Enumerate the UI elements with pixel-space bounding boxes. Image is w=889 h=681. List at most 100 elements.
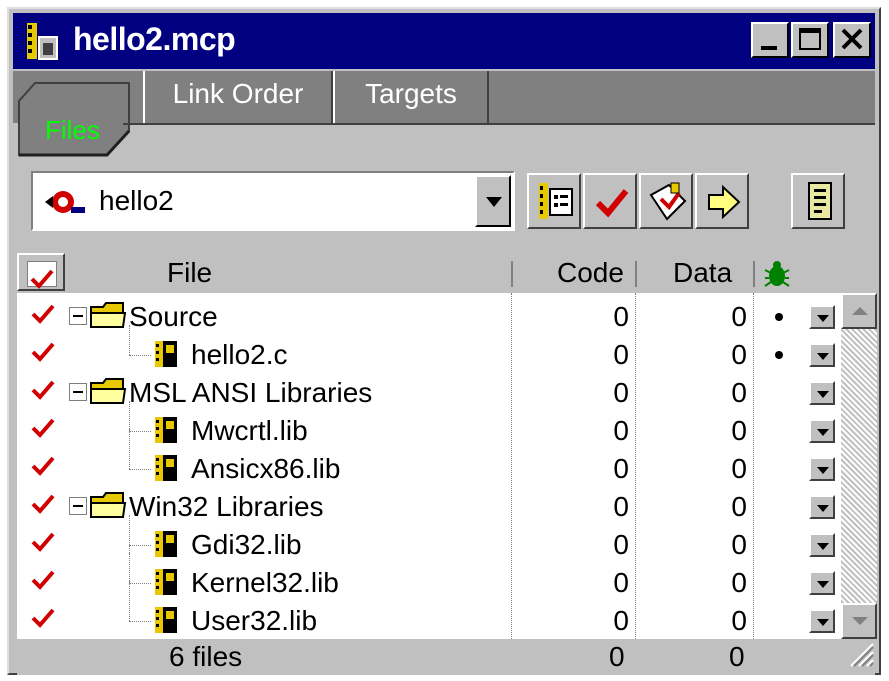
row-menu-button[interactable] (809, 457, 835, 481)
row-data: 0 (731, 377, 747, 408)
tab-link-order[interactable]: Link Order (143, 71, 333, 123)
row-name: Source (129, 301, 218, 332)
target-select[interactable]: hello2 (31, 171, 515, 231)
column-divider[interactable] (753, 261, 755, 287)
scroll-down-button[interactable] (841, 603, 877, 639)
list-item[interactable]: hello2.c 0 0 (17, 325, 841, 376)
window-title: hello2.mcp (73, 21, 236, 57)
title-bar[interactable]: hello2.mcp (13, 13, 875, 69)
run-button[interactable] (695, 173, 749, 229)
close-button[interactable] (833, 22, 871, 58)
column-file-header[interactable]: File (167, 253, 507, 291)
list-item[interactable]: MSL ANSI Libraries 0 0 (17, 373, 841, 411)
file-count: 6 files (169, 641, 243, 672)
row-menu-button[interactable] (809, 533, 835, 557)
file-info-button[interactable] (527, 173, 581, 229)
collapse-icon[interactable] (69, 307, 87, 325)
row-data: 0 (731, 301, 747, 332)
column-code-label: Code (557, 257, 624, 288)
row-code: 0 (613, 415, 629, 446)
row-data: 0 (731, 491, 747, 522)
row-data: 0 (731, 529, 747, 560)
row-data: 0 (731, 453, 747, 484)
file-icon (153, 339, 181, 376)
file-icon (153, 529, 181, 566)
row-name: Gdi32.lib (191, 529, 302, 560)
arrow-up-icon (852, 307, 868, 315)
column-divider[interactable] (511, 261, 513, 287)
row-menu-button[interactable] (809, 343, 835, 367)
list-item[interactable]: Source 0 0 (17, 297, 841, 335)
column-code-header[interactable]: Code (557, 253, 637, 291)
resize-grip-icon[interactable] (845, 638, 875, 675)
file-info-icon (535, 181, 575, 226)
column-header: File Code Data (17, 253, 875, 293)
folder-icon (89, 491, 127, 526)
row-code: 0 (613, 377, 629, 408)
maximize-button[interactable] (791, 22, 829, 58)
close-icon (839, 26, 865, 57)
check-header-icon (27, 261, 57, 289)
make-icon (647, 181, 689, 228)
debug-dot (775, 351, 783, 359)
row-data: 0 (731, 567, 747, 598)
row-menu-button[interactable] (809, 609, 835, 633)
row-code: 0 (613, 605, 629, 636)
check-icon (595, 185, 629, 224)
row-data: 0 (731, 415, 747, 446)
column-divider[interactable] (635, 261, 637, 287)
check-icon[interactable] (31, 529, 55, 561)
row-menu-button[interactable] (809, 571, 835, 595)
column-file-label: File (167, 257, 213, 288)
column-check-header[interactable] (17, 253, 65, 291)
code-total: 0 (609, 641, 625, 672)
row-code: 0 (613, 301, 629, 332)
row-code: 0 (613, 567, 629, 598)
tab-files[interactable]: Files (17, 81, 137, 157)
tab-targets[interactable]: Targets (333, 71, 489, 123)
check-icon[interactable] (31, 491, 55, 523)
check-syntax-button[interactable] (583, 173, 637, 229)
list-item[interactable]: Mwcrtl.lib 0 0 (17, 401, 841, 449)
minimize-icon (761, 46, 777, 50)
file-icon (153, 453, 181, 490)
row-name: Mwcrtl.lib (191, 415, 308, 446)
list-item[interactable]: Win32 Libraries 0 0 (17, 487, 841, 525)
minimize-button[interactable] (751, 22, 789, 58)
row-menu-button[interactable] (809, 381, 835, 405)
check-icon[interactable] (31, 605, 55, 637)
chevron-down-icon (486, 197, 502, 207)
check-icon[interactable] (31, 453, 55, 485)
arrow-right-icon (705, 183, 743, 226)
column-data-header[interactable]: Data (673, 253, 753, 291)
row-menu-button[interactable] (809, 419, 835, 443)
scroll-up-button[interactable] (841, 293, 877, 329)
target-icon (43, 187, 87, 222)
row-code: 0 (613, 491, 629, 522)
collapse-icon[interactable] (69, 383, 87, 401)
data-total: 0 (729, 641, 745, 672)
list-item[interactable]: Kernel32.lib 0 0 (17, 553, 841, 604)
row-menu-button[interactable] (809, 305, 835, 329)
make-button[interactable] (639, 173, 693, 229)
row-name: User32.lib (191, 605, 318, 636)
folder-icon (89, 377, 127, 412)
row-menu-button[interactable] (809, 495, 835, 519)
project-settings-button[interactable] (791, 173, 845, 229)
list-item[interactable]: Ansicx86.lib 0 0 (17, 429, 841, 490)
file-list: Source 0 0 hello2.c 0 0 MSL ANSI Librari… (17, 293, 841, 639)
check-icon[interactable] (31, 339, 55, 371)
list-item[interactable]: Gdi32.lib 0 0 (17, 515, 841, 566)
file-icon (153, 567, 181, 604)
column-debug-header[interactable] (761, 253, 801, 291)
check-icon[interactable] (31, 377, 55, 409)
target-dropdown-button[interactable] (475, 175, 511, 227)
list-item[interactable]: User32.lib 0 0 (17, 581, 841, 639)
check-icon[interactable] (31, 567, 55, 599)
row-code: 0 (613, 339, 629, 370)
check-icon[interactable] (31, 415, 55, 447)
collapse-icon[interactable] (69, 497, 87, 515)
tab-strip: Files Link Order Targets (13, 71, 875, 157)
vertical-scrollbar[interactable] (841, 293, 877, 639)
check-icon[interactable] (31, 301, 55, 333)
